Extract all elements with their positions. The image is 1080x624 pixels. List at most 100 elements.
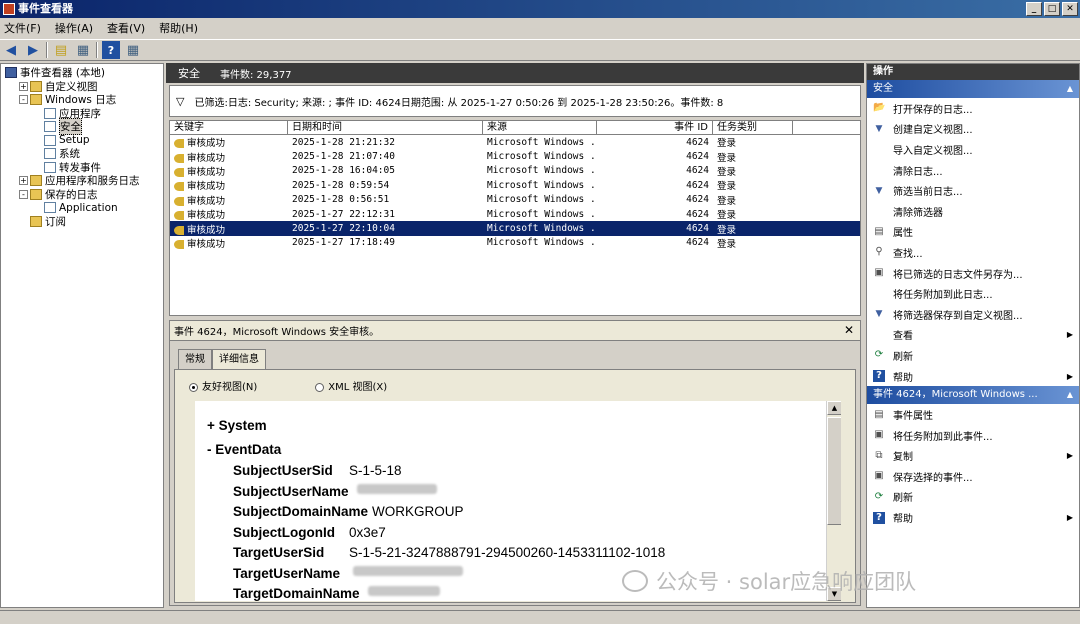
menu-file[interactable]: 文件(F) [4,20,41,36]
cell-keyword: 审核成功 [170,193,288,207]
collapse-icon[interactable]: ▲ [1067,386,1073,404]
event-row[interactable]: 审核成功 2025-1-28 21:07:40 Microsoft Windows … [170,149,860,164]
action-item[interactable]: ⧉ 复制 ▶ [867,446,1079,467]
show-hide-tree-icon[interactable]: ▦ [74,41,92,59]
actions-section-log[interactable]: 安全 ▲ [867,80,1079,98]
xml-view-radio[interactable] [315,382,325,392]
column-source[interactable]: 来源 [483,121,597,134]
event-row[interactable]: 审核成功 2025-1-28 21:21:32 Microsoft Windows … [170,135,860,149]
close-button[interactable]: ✕ [1062,2,1078,16]
column-datetime[interactable]: 日期和时间 [288,121,483,134]
cell-datetime: 2025-1-27 22:12:31 [292,208,395,220]
action-item[interactable]: 清除筛选器 [867,201,1079,222]
event-row[interactable]: 审核成功 2025-1-28 16:04:05 Microsoft Windows … [170,164,860,178]
cell-keyword-text: 审核成功 [187,138,226,150]
tree-node[interactable]: Setup [1,134,163,148]
tab-general[interactable]: 常规 [178,349,212,369]
system-node[interactable]: + System [207,418,267,433]
up-folder-icon[interactable]: ▤ [52,41,70,59]
field-key: TargetDomainName [233,586,360,601]
action-item[interactable]: ▤ 事件属性 [867,404,1079,425]
action-item[interactable]: ? 帮助 ▶ [867,366,1079,387]
action-item[interactable]: ⟳ 刷新 [867,487,1079,508]
tree-node[interactable]: Application [1,201,163,215]
column-task-category[interactable]: 任务类别 [713,121,793,134]
action-item[interactable]: ? 帮助 ▶ [867,507,1079,528]
cell-category: 登录 [717,152,737,164]
help-icon[interactable]: ? [102,41,120,59]
friendly-view-label: 友好视图(N) [202,382,258,393]
tree-node[interactable]: - Windows 日志 [1,93,163,107]
event-row[interactable]: 审核成功 2025-1-27 17:18:49 Microsoft Windows … [170,236,860,250]
cell-keyword-text: 审核成功 [187,210,226,222]
menu-action[interactable]: 操作(A) [55,20,93,36]
friendly-view-radio[interactable] [189,382,198,392]
cell-source: Microsoft Windows ... [487,208,597,220]
close-icon[interactable]: ✕ [844,323,854,337]
event-row[interactable]: 审核成功 2025-1-27 22:10:04 Microsoft Windows … [170,221,860,236]
show-action-pane-icon[interactable]: ▦ [124,41,142,59]
action-item[interactable]: 将任务附加到此日志... [867,283,1079,304]
action-item[interactable]: ▤ 属性 [867,222,1079,243]
expand-icon[interactable]: + [19,176,28,186]
action-item[interactable]: ▣ 保存选择的事件... [867,466,1079,487]
action-item[interactable]: ▣ 将已筛选的日志文件另存为... [867,263,1079,284]
tree-node[interactable]: 转发事件 [1,161,163,175]
event-row[interactable]: 审核成功 2025-1-28 0:59:54 Microsoft Windows .… [170,178,860,192]
cell-id: 4624 [686,179,709,191]
collapse-icon[interactable]: - [19,189,28,199]
tree-node[interactable]: - 保存的日志 [1,188,163,202]
tree-node[interactable]: 事件查看器 (本地) [1,66,163,80]
field-key: SubjectLogonId [233,524,335,540]
action-item[interactable]: ▼ 筛选当前日志... [867,180,1079,201]
action-item[interactable]: 导入自定义视图... [867,139,1079,160]
action-item[interactable]: 清除日志... [867,160,1079,181]
menu-help[interactable]: 帮助(H) [159,20,198,36]
xml-view-option[interactable]: XML 视图(X) [315,378,387,393]
action-item[interactable]: ▣ 将任务附加到此事件... [867,425,1079,446]
eventdata-field: SubjectUserName [233,483,437,499]
wechat-icon [622,570,648,592]
back-arrow-icon[interactable]: ◀ [2,41,20,59]
collapse-icon[interactable]: - [19,95,28,105]
forward-arrow-icon[interactable]: ▶ [24,41,42,59]
actions-section-event[interactable]: 事件 4624，Microsoft Windows ... ▲ [867,386,1079,405]
eventdata-node[interactable]: - EventData [207,442,281,457]
filter-text: 已筛选:日志: Security; 来源: ; 事件 ID: 4624日期范围:… [194,97,724,109]
scroll-up-icon[interactable]: ▲ [827,401,841,415]
maximize-button[interactable]: □ [1044,2,1060,16]
cell-keyword-text: 审核成功 [187,166,226,178]
expand-icon[interactable]: + [19,81,28,91]
column-event-id[interactable]: 事件 ID [597,121,713,134]
log-icon [44,148,56,160]
action-item[interactable]: ▼ 将筛选器保存到自定义视图... [867,304,1079,325]
menu-view[interactable]: 查看(V) [107,20,145,36]
tree-node[interactable]: + 自定义视图 [1,80,163,94]
action-item[interactable]: ▼ 创建自定义视图... [867,119,1079,140]
tree-node[interactable]: 应用程序 [1,107,163,121]
action-icon: ▣ [874,267,884,279]
tree-node[interactable]: 安全 [1,118,163,136]
cell-source: Microsoft Windows ... [487,237,597,249]
tree-node[interactable]: 订阅 [1,215,163,229]
action-icon: ▣ [874,429,884,441]
log-icon [44,134,56,146]
friendly-view-option[interactable]: 友好视图(N) [189,378,257,393]
action-item[interactable]: ⚲ 查找... [867,242,1079,263]
cell-keyword: 审核成功 [170,178,288,192]
log-icon [44,121,56,133]
event-row[interactable]: 审核成功 2025-1-27 22:12:31 Microsoft Windows … [170,207,860,221]
tab-details[interactable]: 详细信息 [212,349,266,369]
tree-node[interactable]: 系统 [1,147,163,161]
column-keyword[interactable]: 关键字 [170,121,288,134]
tree-node[interactable]: + 应用程序和服务日志 [1,174,163,188]
collapse-icon[interactable]: ▲ [1067,80,1073,98]
action-item[interactable]: 📂 打开保存的日志... [867,98,1079,119]
cell-datetime: 2025-1-27 22:10:04 [292,223,395,235]
action-item[interactable]: ⟳ 刷新 [867,345,1079,366]
minimize-button[interactable]: _ [1026,2,1042,16]
action-item[interactable]: 查看 ▶ [867,325,1079,346]
event-row[interactable]: 审核成功 2025-1-28 0:56:51 Microsoft Windows .… [170,193,860,207]
scroll-thumb[interactable] [827,417,841,525]
action-label: 创建自定义视图... [893,125,973,137]
